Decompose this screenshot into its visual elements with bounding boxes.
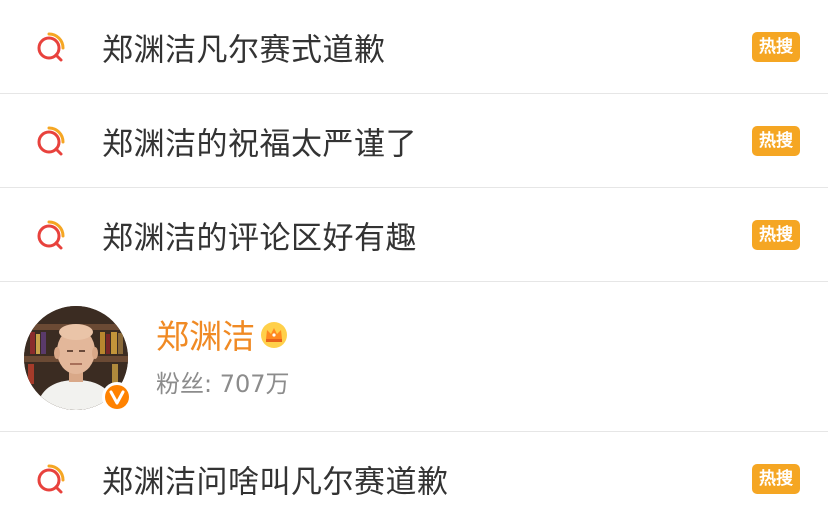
avatar[interactable] [24,306,132,412]
search-icon [34,462,68,496]
search-icon [34,124,68,158]
suggestion-text: 郑渊洁的评论区好有趣 [102,220,417,256]
user-result-row[interactable]: 郑渊洁 粉丝: 707万 [0,282,828,432]
suggestion-text: 郑渊洁的祝福太严谨了 [102,126,417,162]
user-name-text: 郑渊洁 [156,317,255,356]
suggestion-text: 郑渊洁问啥叫凡尔赛道歉 [102,464,449,501]
suggestion-row[interactable]: 郑渊洁凡尔赛式道歉 热搜 [0,0,828,94]
suggestion-row[interactable]: 郑渊洁问啥叫凡尔赛道歉 热搜 [0,432,828,526]
search-icon [34,218,68,252]
hot-badge: 热搜 [752,219,800,250]
suggestion-text: 郑渊洁凡尔赛式道歉 [102,32,386,68]
user-name[interactable]: 郑渊洁 [156,310,289,358]
follower-count: 粉丝: 707万 [156,370,290,398]
search-icon [34,30,68,64]
hot-badge: 热搜 [752,31,800,62]
hot-badge: 热搜 [752,125,800,156]
search-suggestion-list: 郑渊洁凡尔赛式道歉 热搜 郑渊洁的祝福太严谨了 热搜 郑渊洁的评论区好有趣 热搜 [0,0,828,526]
verified-icon [102,382,132,412]
suggestion-row[interactable]: 郑渊洁的祝福太严谨了 热搜 [0,94,828,188]
suggestion-row[interactable]: 郑渊洁的评论区好有趣 热搜 [0,188,828,282]
hot-badge: 热搜 [752,464,800,494]
crown-icon [259,319,289,349]
